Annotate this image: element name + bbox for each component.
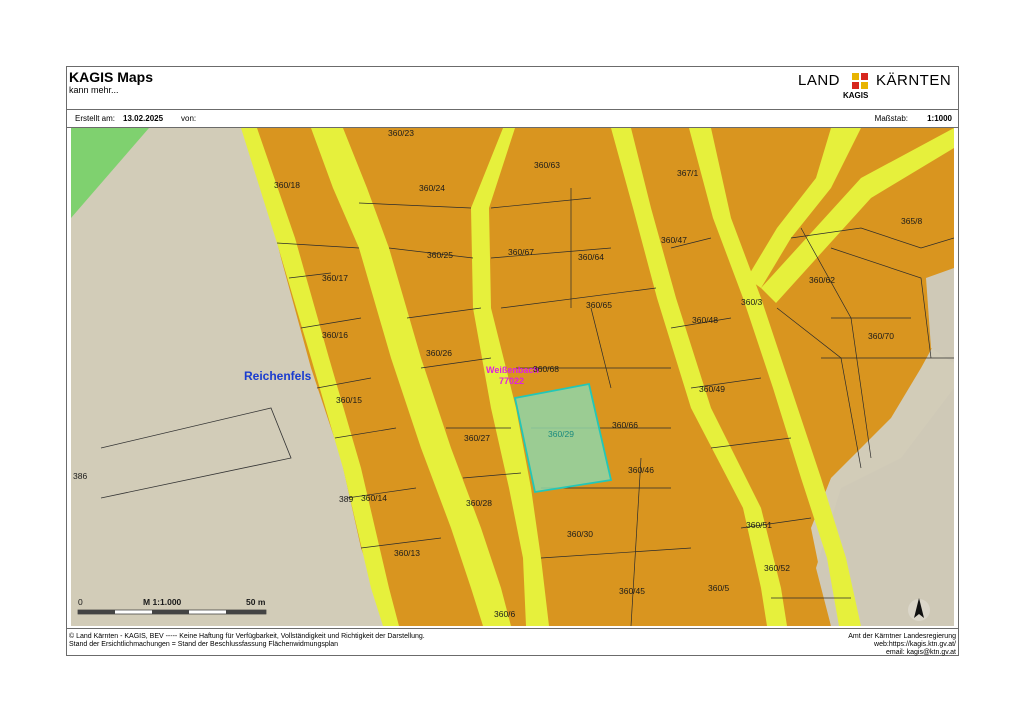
parcel-label[interactable]: 360/17 — [322, 273, 348, 283]
cadastral-map[interactable]: 360/29 Reichenfels Weißenbach 77022 360/… — [71, 128, 954, 626]
parcel-label[interactable]: 360/68 — [533, 364, 559, 374]
parcel-label[interactable]: 360/26 — [426, 348, 452, 358]
parcel-label[interactable]: 360/27 — [464, 433, 490, 443]
parcel-label[interactable]: 360/16 — [322, 330, 348, 340]
scalebar-segment — [226, 610, 266, 614]
parcel-label[interactable]: 360/46 — [628, 465, 654, 475]
parcel-label[interactable]: 360/23 — [388, 128, 414, 138]
parcel-label[interactable]: 389 — [339, 494, 353, 504]
footer-status-note: Stand der Ersichtlichmachungen = Stand d… — [69, 641, 339, 648]
parcel-label[interactable]: 360/65 — [586, 300, 612, 310]
footer-email-link[interactable]: email: kagis@ktn.gv.at — [848, 649, 956, 657]
logo-mark-icon — [852, 73, 868, 89]
logo-text-kaernten: KÄRNTEN — [876, 72, 952, 89]
footer-left: © Land Kärnten - KAGIS, BEV ----- Keine … — [69, 633, 425, 649]
footer-disclaimer: © Land Kärnten - KAGIS, BEV ----- Keine … — [69, 633, 425, 640]
scalebar-segment — [78, 610, 115, 614]
parcel-label[interactable]: 360/52 — [764, 563, 790, 573]
parcel-label[interactable]: 360/24 — [419, 183, 445, 193]
stream-name-label: Weißenbach — [486, 365, 539, 375]
scale-value: 1:1000 — [927, 114, 952, 123]
parcel-label[interactable]: 365/8 — [901, 216, 923, 226]
parcel-label[interactable]: 360/64 — [578, 252, 604, 262]
logo-text-kagis: KAGIS — [843, 91, 869, 100]
header: KAGIS Maps kann mehr... LAND KÄRNTEN KAG… — [67, 67, 958, 110]
map-sheet: KAGIS Maps kann mehr... LAND KÄRNTEN KAG… — [66, 66, 959, 656]
place-name-label: Reichenfels — [244, 369, 312, 383]
parcel-label[interactable]: 360/30 — [567, 529, 593, 539]
parcel-label[interactable]: 360/70 — [868, 331, 894, 341]
land-kaernten-logo: LAND KÄRNTEN KAGIS — [798, 71, 952, 105]
parcel-label[interactable]: 360/63 — [534, 160, 560, 170]
map-view[interactable]: 360/29 Reichenfels Weißenbach 77022 360/… — [71, 128, 954, 626]
footer-office: Amt der Kärntner Landesregierung — [848, 633, 956, 640]
scalebar-mid-label: M 1:1.000 — [143, 597, 182, 607]
parcel-label[interactable]: 360/3 — [741, 297, 763, 307]
parcel-label[interactable]: 360/51 — [746, 520, 772, 530]
footer-web-link[interactable]: web:https://kagis.ktn.gv.at/ — [848, 641, 956, 649]
scalebar-left-label: 0 — [78, 597, 83, 607]
parcel-label[interactable]: 360/5 — [708, 583, 730, 593]
parcel-label[interactable]: 360/28 — [466, 498, 492, 508]
created-date: 13.02.2025 — [123, 114, 164, 123]
stream-id-label: 77022 — [499, 376, 524, 386]
app-subtitle[interactable]: kann mehr... — [69, 85, 119, 95]
parcel-label[interactable]: 367/1 — [677, 168, 699, 178]
parcel-label[interactable]: 360/6 — [494, 609, 516, 619]
parcel-label[interactable]: 360/14 — [361, 493, 387, 503]
scalebar-segment — [152, 610, 189, 614]
info-bar: Erstellt am: 13.02.2025 von: Maßstab: 1:… — [67, 109, 958, 128]
created-label: Erstellt am: — [75, 114, 116, 123]
parcel-label[interactable]: 360/13 — [394, 548, 420, 558]
parcel-label[interactable]: 360/47 — [661, 235, 687, 245]
parcel-label[interactable]: 360/48 — [692, 315, 718, 325]
selected-parcel-label: 360/29 — [548, 429, 574, 439]
parcel-label[interactable]: 360/18 — [274, 180, 300, 190]
parcel-label[interactable]: 360/15 — [336, 395, 362, 405]
parcel-label[interactable]: 360/62 — [809, 275, 835, 285]
parcel-label[interactable]: 360/25 — [427, 250, 453, 260]
parcel-label[interactable]: 360/67 — [508, 247, 534, 257]
app-title: KAGIS Maps — [69, 69, 154, 85]
footer: © Land Kärnten - KAGIS, BEV ----- Keine … — [67, 628, 958, 657]
scalebar-right-label: 50 m — [246, 597, 266, 607]
logo-text-land: LAND — [798, 72, 841, 89]
parcel-label[interactable]: 360/49 — [699, 384, 725, 394]
author-label: von: — [181, 114, 197, 123]
parcel-label[interactable]: 360/66 — [612, 420, 638, 430]
parcel-label[interactable]: 386 — [73, 471, 87, 481]
scale-label: Maßstab: — [874, 114, 908, 123]
parcel-label[interactable]: 360/45 — [619, 586, 645, 596]
footer-right: Amt der Kärntner Landesregierung web:htt… — [848, 633, 956, 657]
